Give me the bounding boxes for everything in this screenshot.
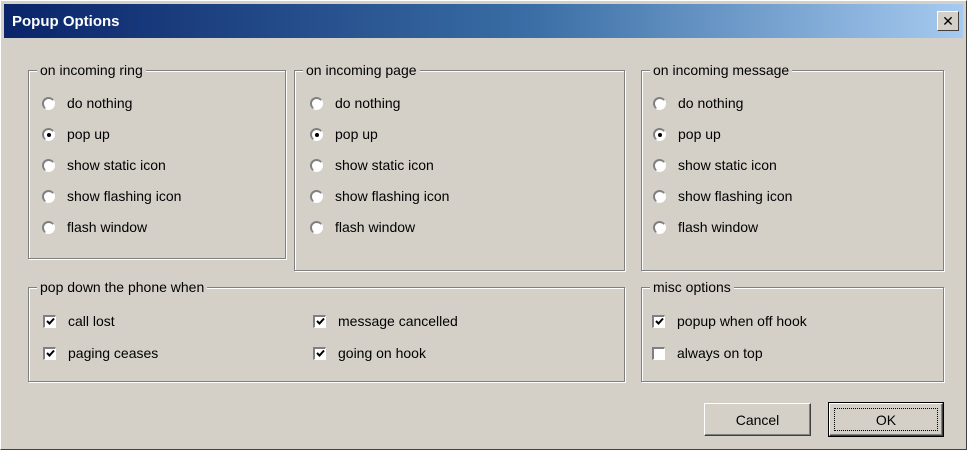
group-incoming-message: on incoming message do nothing pop up sh… (641, 61, 944, 271)
ok-button[interactable]: OK (828, 402, 944, 437)
radio-button[interactable] (310, 96, 323, 110)
option-label: flash window (335, 219, 416, 235)
page-option-pop-up[interactable]: pop up (310, 123, 378, 145)
radio-button[interactable] (653, 220, 666, 234)
option-label: pop up (335, 126, 378, 142)
checkbox-paging-ceases[interactable]: paging ceases (43, 342, 158, 364)
group-label-misc-options: misc options (650, 278, 734, 296)
radio-button-selected[interactable] (42, 127, 55, 141)
group-label-pop-down-phone: pop down the phone when (37, 278, 208, 296)
option-label: show static icon (678, 157, 777, 173)
message-option-show-static-icon[interactable]: show static icon (653, 154, 777, 176)
radio-button-selected[interactable] (310, 127, 323, 141)
option-label: flash window (678, 219, 759, 235)
close-icon: ✕ (942, 13, 954, 29)
message-option-flash-window[interactable]: flash window (653, 216, 758, 238)
radio-button-selected[interactable] (653, 127, 666, 141)
option-label: show flashing icon (67, 188, 182, 204)
checkbox-label: call lost (68, 313, 115, 329)
checkbox-checked[interactable] (313, 314, 326, 328)
checkbox-message-cancelled[interactable]: message cancelled (313, 310, 458, 332)
radio-button[interactable] (310, 158, 323, 172)
group-pop-down-phone: pop down the phone when call lost messag… (28, 278, 625, 382)
cancel-button-label: Cancel (735, 411, 780, 428)
checkbox-label: going on hook (338, 345, 426, 361)
group-incoming-ring: on incoming ring do nothing pop up show … (28, 61, 286, 259)
message-option-pop-up[interactable]: pop up (653, 123, 721, 145)
group-label-incoming-page: on incoming page (303, 61, 420, 79)
popup-options-dialog: Popup Options ✕ on incoming ring do noth… (0, 0, 967, 450)
page-option-do-nothing[interactable]: do nothing (310, 92, 400, 114)
radio-button[interactable] (42, 96, 55, 110)
radio-button[interactable] (42, 220, 55, 234)
radio-button[interactable] (310, 220, 323, 234)
checkbox-popup-when-off-hook[interactable]: popup when off hook (652, 310, 807, 332)
ring-option-do-nothing[interactable]: do nothing (42, 92, 132, 114)
radio-button[interactable] (310, 189, 323, 203)
title-bar[interactable]: Popup Options ✕ (4, 4, 963, 38)
option-label: flash window (67, 219, 148, 235)
page-option-show-static-icon[interactable]: show static icon (310, 154, 434, 176)
option-label: do nothing (678, 95, 744, 111)
check-mark-icon (315, 349, 325, 357)
message-option-show-flashing-icon[interactable]: show flashing icon (653, 185, 792, 207)
checkbox-checked[interactable] (43, 314, 56, 328)
check-mark-icon (45, 349, 55, 357)
option-label: show static icon (335, 157, 434, 173)
checkbox-call-lost[interactable]: call lost (43, 310, 115, 332)
radio-button[interactable] (42, 158, 55, 172)
group-label-incoming-message: on incoming message (650, 61, 793, 79)
message-option-do-nothing[interactable]: do nothing (653, 92, 743, 114)
group-label-incoming-ring: on incoming ring (37, 61, 146, 79)
check-mark-icon (654, 317, 664, 325)
ring-option-show-flashing-icon[interactable]: show flashing icon (42, 185, 181, 207)
cancel-button[interactable]: Cancel (704, 403, 811, 436)
checkbox-checked[interactable] (652, 314, 665, 328)
window-title: Popup Options (12, 12, 120, 30)
checkbox-always-on-top[interactable]: always on top (652, 342, 763, 364)
checkbox-checked[interactable] (43, 346, 56, 360)
ring-option-show-static-icon[interactable]: show static icon (42, 154, 166, 176)
focus-rectangle (834, 408, 938, 431)
radio-button[interactable] (42, 189, 55, 203)
ring-option-pop-up[interactable]: pop up (42, 123, 110, 145)
group-incoming-page: on incoming page do nothing pop up show … (294, 61, 625, 271)
ring-option-flash-window[interactable]: flash window (42, 216, 147, 238)
close-button[interactable]: ✕ (937, 11, 959, 31)
option-label: do nothing (67, 95, 133, 111)
checkbox-label: message cancelled (338, 313, 458, 329)
checkbox-checked[interactable] (313, 346, 326, 360)
radio-button[interactable] (653, 96, 666, 110)
radio-button[interactable] (653, 189, 666, 203)
checkbox-label: always on top (677, 345, 763, 361)
option-label: show static icon (67, 157, 166, 173)
checkbox-going-on-hook[interactable]: going on hook (313, 342, 426, 364)
checkbox-unchecked[interactable] (652, 346, 665, 360)
page-option-show-flashing-icon[interactable]: show flashing icon (310, 185, 449, 207)
option-label: show flashing icon (678, 188, 793, 204)
radio-button[interactable] (653, 158, 666, 172)
check-mark-icon (45, 317, 55, 325)
option-label: pop up (678, 126, 721, 142)
option-label: show flashing icon (335, 188, 450, 204)
checkbox-label: popup when off hook (677, 313, 807, 329)
check-mark-icon (315, 317, 325, 325)
option-label: do nothing (335, 95, 401, 111)
page-option-flash-window[interactable]: flash window (310, 216, 415, 238)
option-label: pop up (67, 126, 110, 142)
checkbox-label: paging ceases (68, 345, 159, 361)
group-misc-options: misc options popup when off hook always … (641, 278, 944, 382)
